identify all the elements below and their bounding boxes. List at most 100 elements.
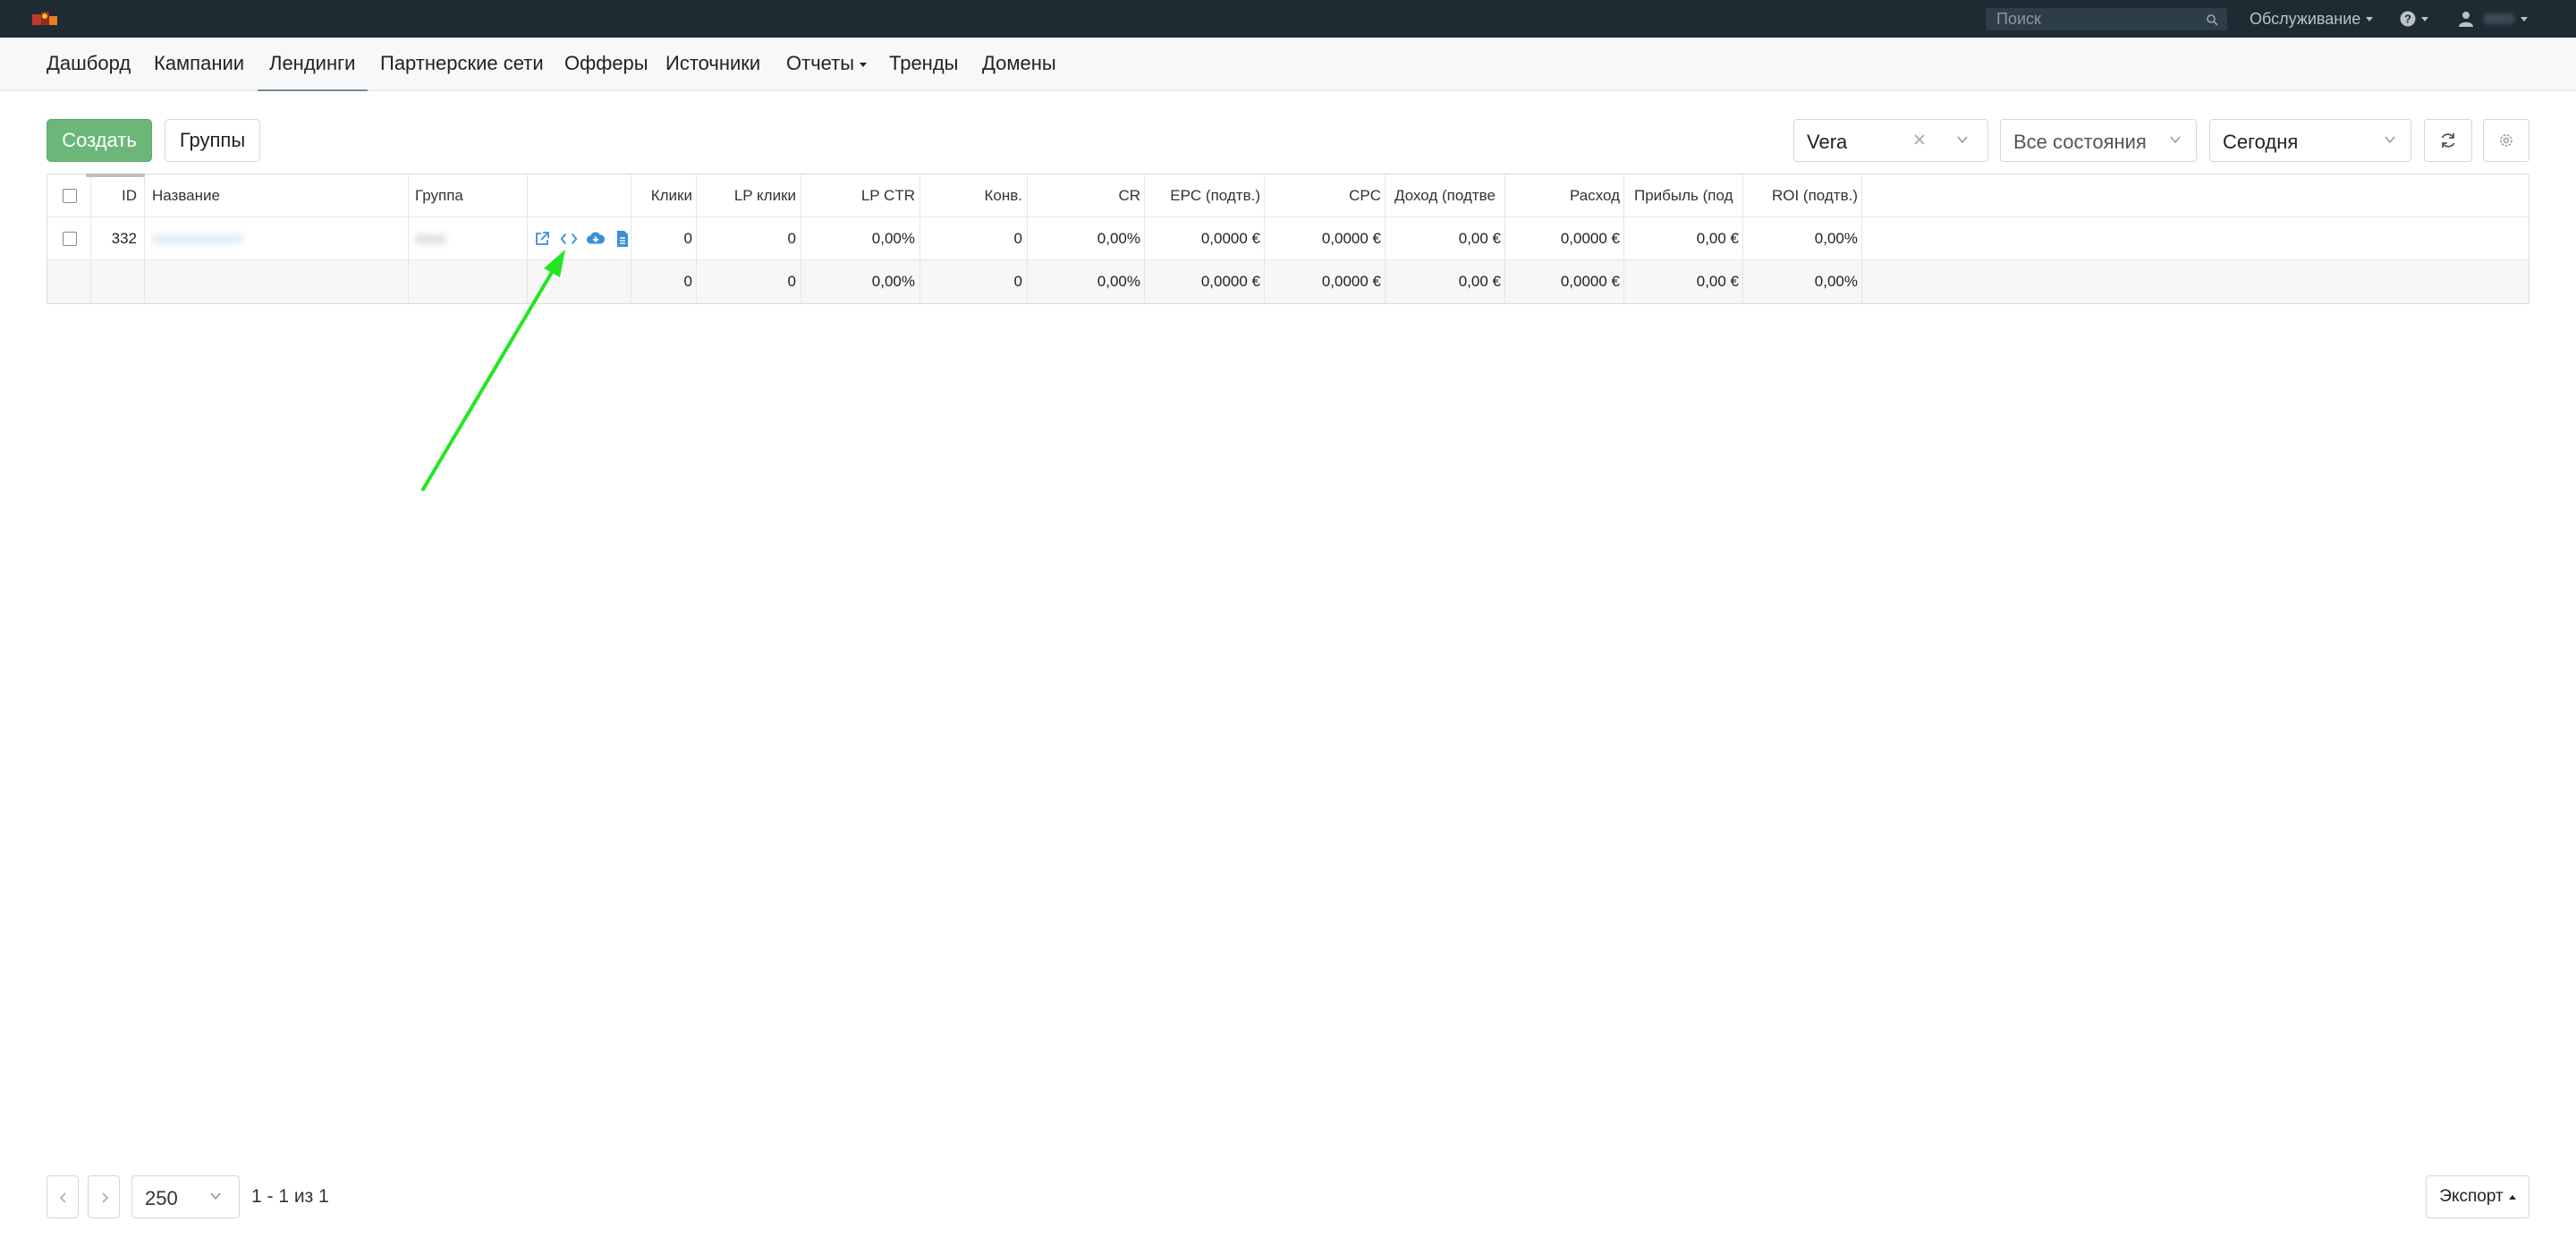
question-circle-icon: ? [2400, 11, 2416, 27]
cell-epc: 0,0000 € [1200, 230, 1260, 247]
app-logo-icon[interactable] [30, 9, 59, 29]
search-box [1986, 8, 2227, 30]
total-cost: 0,0000 € [1560, 273, 1620, 290]
chevron-down-icon [210, 1192, 221, 1200]
period-filter-value: Сегодня [2223, 131, 2299, 153]
column-header-id[interactable]: ID [97, 174, 137, 217]
chevron-down-icon [860, 62, 868, 67]
nav-item-landings[interactable]: Лендинги [258, 38, 368, 91]
cell-cost: 0,0000 € [1560, 230, 1620, 247]
table-header-row: ID Название Группа Клики LP клики LP CTR… [47, 174, 2529, 217]
column-header-profit[interactable]: Прибыль (под [1634, 174, 1741, 217]
nav-item-affiliate-networks[interactable]: Партнерские сети [380, 38, 544, 91]
chevron-left-icon [59, 1192, 66, 1203]
clear-icon[interactable] [1911, 131, 1928, 148]
next-page-button[interactable] [88, 1175, 120, 1218]
user-filter-select[interactable]: Vera [1793, 119, 1988, 162]
cell-conv: 0 [1013, 230, 1022, 247]
chevron-down-icon [2366, 16, 2374, 21]
row-actions [532, 217, 632, 260]
user-filter-value: Vera [1807, 131, 1848, 153]
gear-icon [2500, 134, 2512, 147]
cell-name[interactable]: xxxxxxxxxxxx [152, 217, 402, 260]
total-roi: 0,00% [1814, 273, 1858, 290]
total-revenue: 0,00 € [1458, 273, 1501, 290]
user-icon [2459, 12, 2473, 27]
refresh-button[interactable] [2424, 119, 2472, 162]
column-header-cpc[interactable]: CPC [1267, 174, 1381, 217]
chevron-down-icon [2385, 136, 2395, 144]
cell-clicks: 0 [683, 230, 692, 247]
user-name-redacted [2483, 13, 2515, 24]
total-cpc: 0,0000 € [1321, 273, 1381, 290]
column-header-revenue[interactable]: Доход (подтве [1394, 174, 1502, 217]
page-size-value: 250 [145, 1187, 178, 1209]
total-lp-clicks: 0 [787, 273, 796, 290]
cell-profit: 0,00 € [1696, 230, 1739, 247]
column-header-roi[interactable]: ROI (подтв.) [1746, 174, 1858, 217]
cell-id: 332 [111, 230, 137, 247]
settings-button[interactable] [2483, 119, 2529, 162]
help-menu[interactable]: ? [2400, 0, 2428, 38]
create-button[interactable]: Создать [47, 119, 152, 162]
column-header-lp-ctr[interactable]: LP CTR [804, 174, 915, 217]
landings-table: ID Название Группа Клики LP клики LP CTR… [47, 174, 2529, 304]
state-filter-value: Все состояния [2013, 131, 2147, 153]
column-header-name[interactable]: Название [152, 174, 402, 217]
chevron-down-icon [2421, 16, 2428, 21]
search-input[interactable] [1996, 8, 2202, 30]
cell-cr: 0,00% [1097, 230, 1140, 247]
total-clicks: 0 [683, 273, 692, 290]
column-header-group[interactable]: Группа [415, 174, 522, 217]
external-link-icon[interactable] [532, 229, 552, 249]
nav-item-reports-label: Отчеты [786, 52, 855, 74]
nav-item-landings-label: Лендинги [269, 52, 356, 74]
service-menu[interactable]: Обслуживание [2250, 0, 2374, 38]
chevron-up-icon [2508, 1194, 2516, 1200]
service-menu-label: Обслуживание [2250, 9, 2361, 28]
file-icon[interactable] [613, 229, 632, 249]
total-epc: 0,0000 € [1200, 273, 1260, 290]
code-icon[interactable] [559, 229, 579, 249]
column-header-cr[interactable]: CR [1030, 174, 1140, 217]
chevron-down-icon [1957, 136, 1968, 144]
nav-item-reports[interactable]: Отчеты [786, 38, 868, 91]
page-size-select[interactable]: 250 [131, 1175, 240, 1218]
export-button-label: Экспорт [2439, 1187, 2504, 1206]
column-header-clicks[interactable]: Клики [633, 174, 692, 217]
nav-item-offers[interactable]: Офферы [564, 38, 648, 91]
period-filter-select[interactable]: Сегодня [2209, 119, 2411, 162]
search-icon[interactable] [2206, 13, 2218, 26]
table-row[interactable]: 332 xxxxxxxxxxxx xxxx 0 0 0,00% 0 0,00% … [47, 217, 2529, 260]
column-resize-indicator[interactable] [86, 174, 145, 177]
column-header-conv[interactable]: Конв. [923, 174, 1023, 217]
nav-item-domains[interactable]: Домены [982, 38, 1056, 91]
cell-revenue: 0,00 € [1458, 230, 1501, 247]
cell-lp-clicks: 0 [787, 230, 796, 247]
user-menu[interactable] [2458, 0, 2528, 38]
cloud-download-icon[interactable] [586, 229, 606, 249]
nav-item-sources[interactable]: Источники [665, 38, 760, 91]
refresh-icon [2441, 133, 2455, 148]
column-header-lp-clicks[interactable]: LP клики [700, 174, 796, 217]
top-bar: Обслуживание ? [0, 0, 2576, 38]
nav-item-trends[interactable]: Тренды [889, 38, 958, 91]
select-all-checkbox[interactable] [63, 189, 77, 203]
row-checkbox[interactable] [63, 232, 77, 246]
chevron-down-icon [2521, 16, 2528, 21]
state-filter-select[interactable]: Все состояния [2000, 119, 2197, 162]
total-profit: 0,00 € [1696, 273, 1739, 290]
total-conv: 0 [1013, 273, 1022, 290]
column-header-cost[interactable]: Расход [1508, 174, 1620, 217]
table-totals-row: 0 0 0,00% 0 0,00% 0,0000 € 0,0000 € 0,00… [47, 260, 2529, 303]
pagination-info: 1 - 1 из 1 [251, 1186, 329, 1207]
column-header-epc[interactable]: EPC (подтв.) [1148, 174, 1260, 217]
total-lp-ctr: 0,00% [871, 273, 915, 290]
svg-text:?: ? [2404, 13, 2411, 26]
groups-button[interactable]: Группы [165, 119, 260, 162]
nav-item-dashboard[interactable]: Дашборд [47, 38, 131, 91]
total-cr: 0,00% [1097, 273, 1140, 290]
prev-page-button[interactable] [47, 1175, 79, 1218]
export-button[interactable]: Экспорт [2426, 1175, 2529, 1218]
nav-item-campaigns[interactable]: Кампании [154, 38, 244, 91]
